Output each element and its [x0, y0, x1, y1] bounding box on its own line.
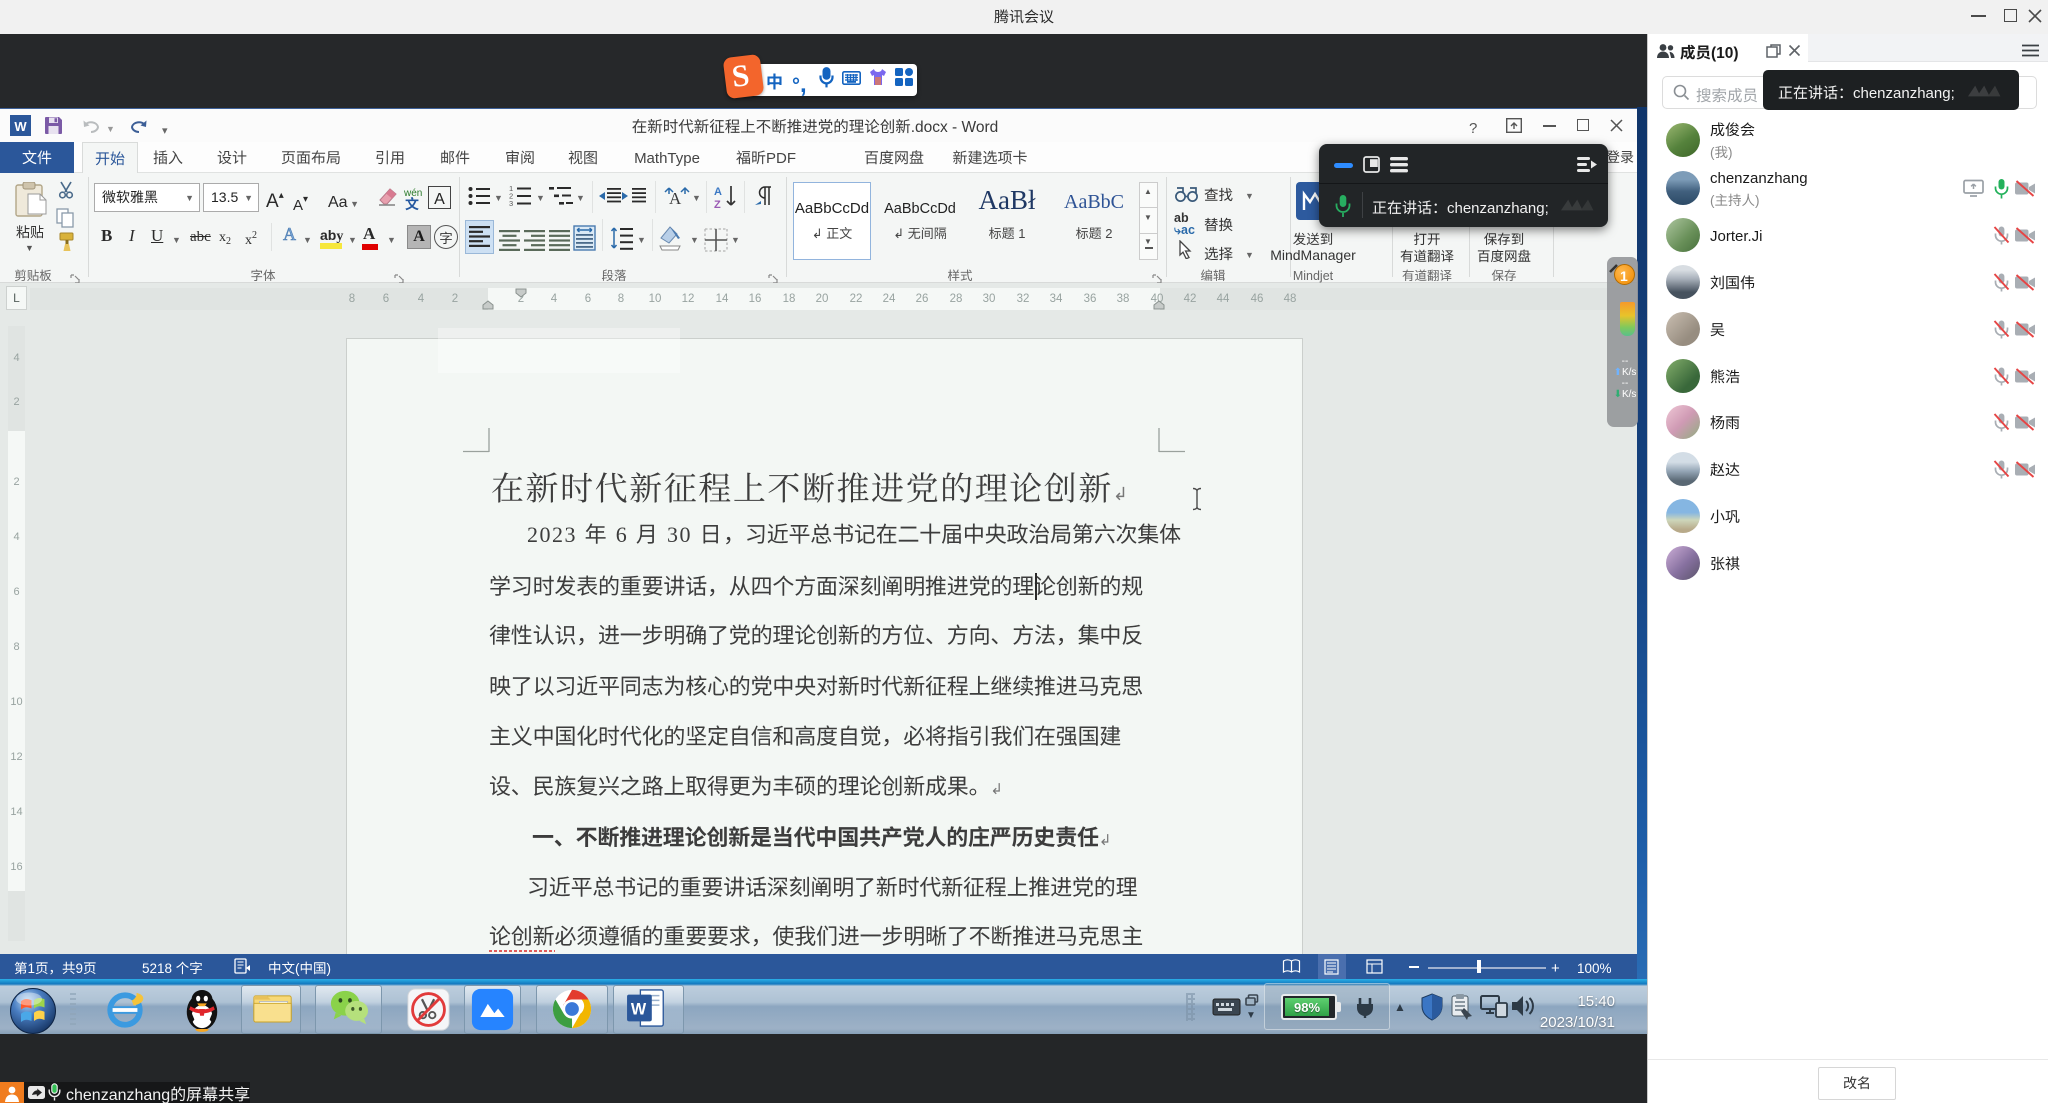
svg-text:W: W	[631, 1001, 647, 1019]
svg-text:Z: Z	[714, 199, 721, 210]
svg-text:A: A	[714, 186, 722, 198]
svg-text:3: 3	[509, 199, 513, 207]
svg-text:A: A	[669, 189, 682, 208]
